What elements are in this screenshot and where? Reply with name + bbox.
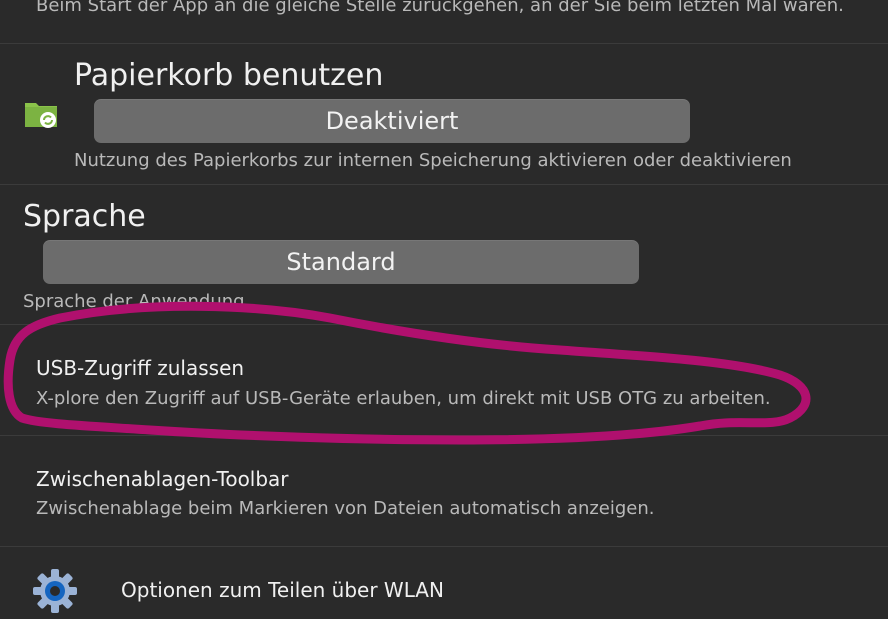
setting-language[interactable]: Sprache Standard Sprache der Anwendung: [0, 185, 888, 324]
setting-usb-access[interactable]: USB-Zugriff zulassen X-plore den Zugriff…: [0, 325, 888, 435]
setting-language-description: Sprache der Anwendung: [23, 291, 245, 312]
setting-usb-description: X-plore den Zugriff auf USB-Geräte erlau…: [36, 388, 771, 409]
setting-wifi-share[interactable]: Optionen zum Teilen über WLAN: [0, 547, 888, 619]
setting-resume-description: Beim Start der App an die gleiche Stelle…: [36, 0, 844, 16]
setting-clipboard-description: Zwischenablage beim Markieren von Dateie…: [36, 498, 655, 519]
setting-clipboard-toolbar[interactable]: Zwischenablagen-Toolbar Zwischenablage b…: [0, 436, 888, 546]
setting-trash[interactable]: Papierkorb benutzen Deaktiviert Nutzung …: [0, 44, 888, 184]
gear-icon: [32, 568, 78, 614]
setting-language-title: Sprache: [23, 199, 146, 234]
setting-resume[interactable]: Beim Start der App an die gleiche Stelle…: [0, 0, 888, 43]
setting-clipboard-title: Zwischenablagen-Toolbar: [36, 467, 289, 491]
setting-trash-description: Nutzung des Papierkorbs zur internen Spe…: [74, 150, 792, 171]
trash-toggle-button[interactable]: Deaktiviert: [94, 99, 690, 143]
folder-recycle-icon: [24, 98, 58, 130]
setting-trash-title: Papierkorb benutzen: [74, 58, 384, 93]
language-select-button[interactable]: Standard: [43, 240, 639, 284]
setting-usb-title: USB-Zugriff zulassen: [36, 356, 245, 380]
setting-wifi-share-title: Optionen zum Teilen über WLAN: [121, 578, 444, 602]
